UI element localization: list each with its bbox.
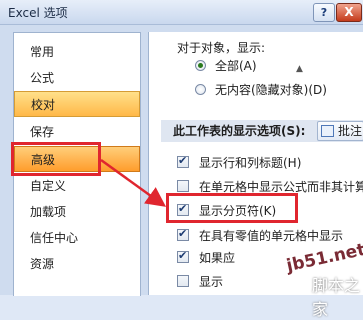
watermark-brand: 脚本之家 bbox=[312, 276, 361, 319]
excel-options-window: Excel 选项 ? X 常用 公式 校对 保存 高级 自定义 加载项 信任中心… bbox=[0, 0, 363, 319]
